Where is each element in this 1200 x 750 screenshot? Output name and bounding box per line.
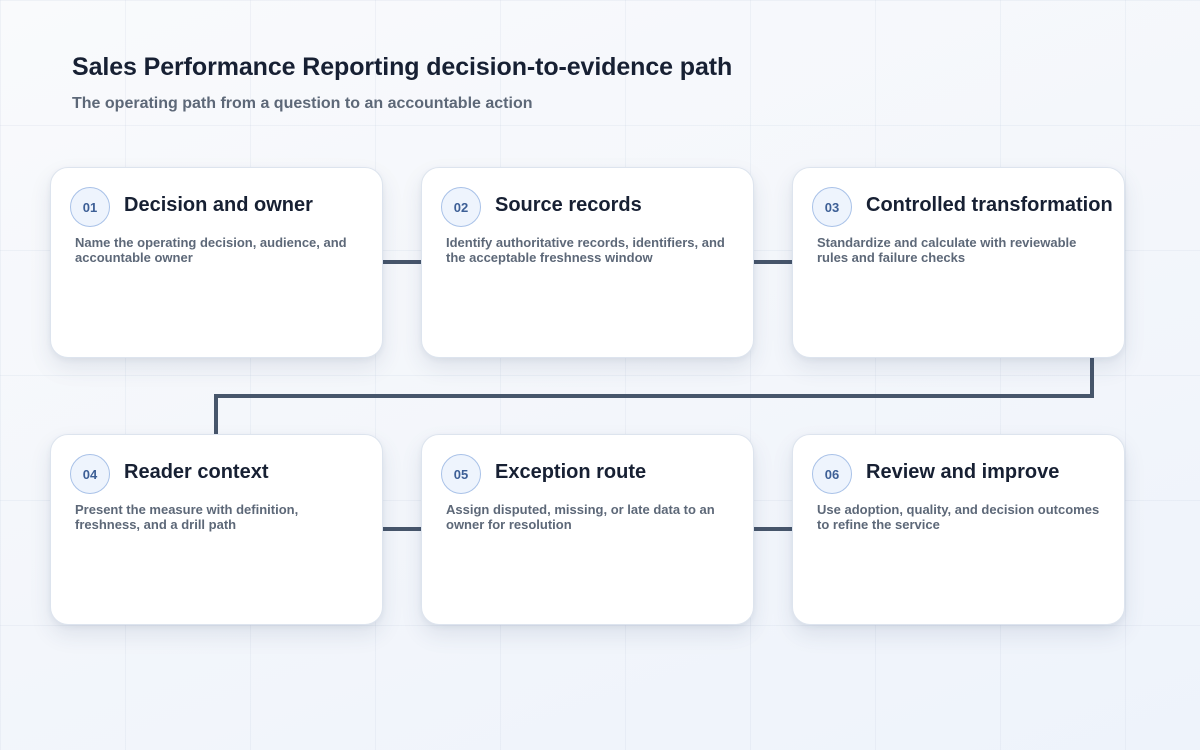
step-description: Assign disputed, missing, or late data t… <box>446 502 715 532</box>
step-number-badge: 05 <box>441 454 481 494</box>
step-description: Standardize and calculate with reviewabl… <box>817 235 1077 265</box>
step-title: Exception route <box>495 461 647 483</box>
step-description: Identify authoritative records, identifi… <box>446 235 725 265</box>
step-card-source-records[interactable]: 02 Source records Identify authoritative… <box>421 167 754 358</box>
step-card-exception-route[interactable]: 05 Exception route Assign disputed, miss… <box>421 434 754 625</box>
step-number-badge: 06 <box>812 454 852 494</box>
step-number-badge: 03 <box>812 187 852 227</box>
step-description: Present the measure with definition, fre… <box>75 502 299 532</box>
step-card-decision-and-owner[interactable]: 01 Decision and owner Name the operating… <box>50 167 383 358</box>
step-description: Use adoption, quality, and decision outc… <box>817 502 1100 532</box>
step-title: Decision and owner <box>124 194 313 216</box>
step-number-badge: 02 <box>441 187 481 227</box>
step-title: Source records <box>495 194 642 216</box>
step-card-review-and-improve[interactable]: 06 Review and improve Use adoption, qual… <box>792 434 1125 625</box>
step-card-reader-context[interactable]: 04 Reader context Present the measure wi… <box>50 434 383 625</box>
step-number-badge: 01 <box>70 187 110 227</box>
flow-connectors <box>214 260 1094 531</box>
step-title: Reader context <box>124 461 269 483</box>
step-number-badge: 04 <box>70 454 110 494</box>
step-description: Name the operating decision, audience, a… <box>75 235 347 265</box>
step-title: Review and improve <box>866 461 1060 483</box>
step-card-controlled-transformation[interactable]: 03 Controlled transformation Standardize… <box>792 167 1125 358</box>
step-title: Controlled transformation <box>866 194 1113 216</box>
connector-3-to-4 <box>214 358 1094 434</box>
